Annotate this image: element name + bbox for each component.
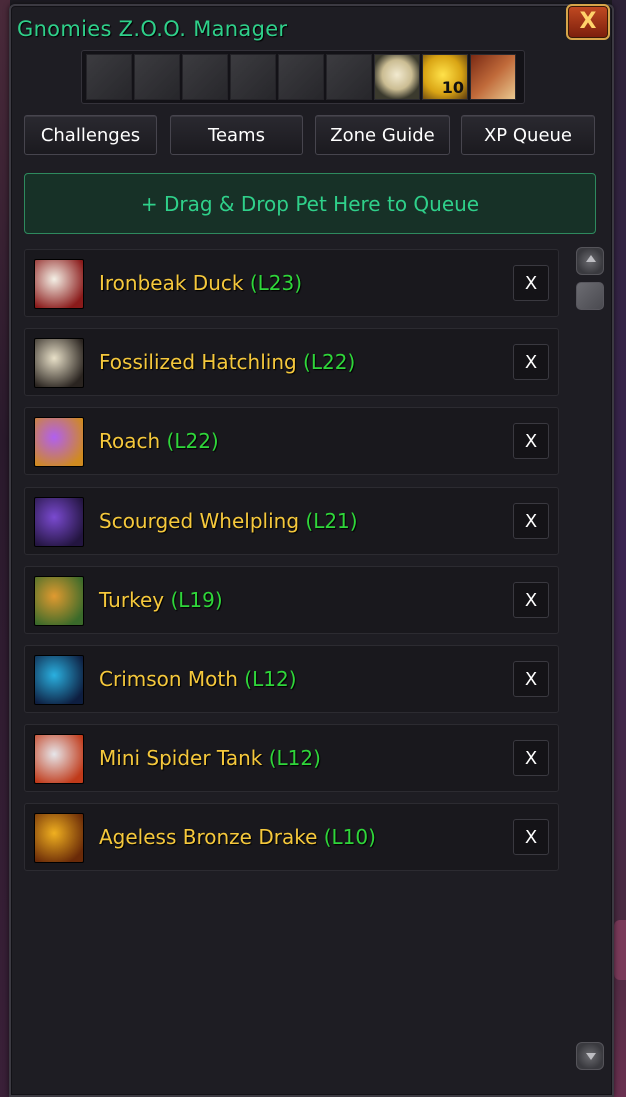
feather-icon[interactable] [86, 54, 132, 100]
queue-row[interactable]: Mini Spider Tank (L12) X [24, 724, 559, 792]
scroll-down-button[interactable] [576, 1042, 604, 1070]
pet-level: (L10) [323, 825, 376, 849]
pet-name-text: Turkey [99, 588, 165, 612]
pet-name: Roach (L22) [99, 408, 219, 474]
pet-name: Ageless Bronze Drake (L10) [99, 804, 376, 870]
duck-portrait-icon [34, 259, 84, 309]
remove-button[interactable]: X [513, 503, 549, 539]
skeleton-portrait-icon [34, 338, 84, 388]
remove-button[interactable]: X [513, 423, 549, 459]
turkey-portrait-icon [34, 576, 84, 626]
tab-zone-guide[interactable]: Zone Guide [315, 115, 450, 155]
pet-level: (L22) [166, 429, 219, 453]
pet-name-text: Roach [99, 429, 161, 453]
window-title: Gnomies Z.O.O. Manager [17, 17, 288, 41]
queue-row[interactable]: Roach (L22) X [24, 407, 559, 475]
close-button[interactable]: X [566, 4, 610, 40]
book-icon[interactable] [470, 54, 516, 100]
sausage-icon[interactable] [182, 54, 228, 100]
tab-challenges[interactable]: Challenges [24, 115, 157, 155]
remove-button[interactable]: X [513, 582, 549, 618]
whelp-portrait-icon [34, 497, 84, 547]
stone-tile-icon[interactable] [326, 54, 372, 100]
pet-level: (L21) [305, 509, 358, 533]
stone-tile-icon[interactable] [230, 54, 276, 100]
pet-name: Crimson Moth (L12) [99, 646, 297, 712]
queue-row[interactable]: Turkey (L19) X [24, 566, 559, 634]
pet-name: Scourged Whelpling (L21) [99, 488, 358, 554]
queue-row[interactable]: Ironbeak Duck (L23) X [24, 249, 559, 317]
icon-strip: 10 [81, 50, 525, 104]
pet-name: Turkey (L19) [99, 567, 223, 633]
pet-name-text: Ageless Bronze Drake [99, 825, 318, 849]
golden-egg-icon[interactable]: 10 [422, 54, 468, 100]
tab-teams[interactable]: Teams [170, 115, 303, 155]
drop-zone[interactable]: + Drag & Drop Pet Here to Queue [24, 173, 596, 234]
pet-level: (L19) [170, 588, 223, 612]
remove-button[interactable]: X [513, 740, 549, 776]
pet-name-text: Scourged Whelpling [99, 509, 300, 533]
queue-row[interactable]: Ageless Bronze Drake (L10) X [24, 803, 559, 871]
roach-portrait-icon [34, 417, 84, 467]
pet-level: (L12) [244, 667, 297, 691]
queue-row[interactable]: Scourged Whelpling (L21) X [24, 487, 559, 555]
remove-button[interactable]: X [513, 265, 549, 301]
pet-level: (L12) [268, 746, 321, 770]
drake-portrait-icon [34, 813, 84, 863]
egg-count: 10 [441, 78, 464, 97]
pet-name: Mini Spider Tank (L12) [99, 725, 321, 791]
remove-button[interactable]: X [513, 661, 549, 697]
pet-name: Ironbeak Duck (L23) [99, 250, 302, 316]
pet-name: Fossilized Hatchling (L22) [99, 329, 355, 395]
queue-row[interactable]: Crimson Moth (L12) X [24, 645, 559, 713]
claw-icon[interactable] [134, 54, 180, 100]
remove-button[interactable]: X [513, 344, 549, 380]
remove-button[interactable]: X [513, 819, 549, 855]
scroll-thumb[interactable] [576, 282, 604, 310]
stone-tile-icon[interactable] [278, 54, 324, 100]
pet-name-text: Ironbeak Duck [99, 271, 244, 295]
tab-xp-queue[interactable]: XP Queue [461, 115, 595, 155]
pith-helmet-icon[interactable] [374, 54, 420, 100]
spider-tank-portrait-icon [34, 734, 84, 784]
game-world-backdrop-right [612, 0, 626, 1097]
pet-level: (L23) [249, 271, 303, 295]
pet-name-text: Crimson Moth [99, 667, 238, 691]
scroll-up-button[interactable] [576, 247, 604, 275]
pet-name-text: Fossilized Hatchling [99, 350, 297, 374]
queue-row[interactable]: Fossilized Hatchling (L22) X [24, 328, 559, 396]
pet-name-text: Mini Spider Tank [99, 746, 263, 770]
close-icon: X [579, 9, 597, 34]
pet-level: (L22) [303, 350, 356, 374]
moth-portrait-icon [34, 655, 84, 705]
